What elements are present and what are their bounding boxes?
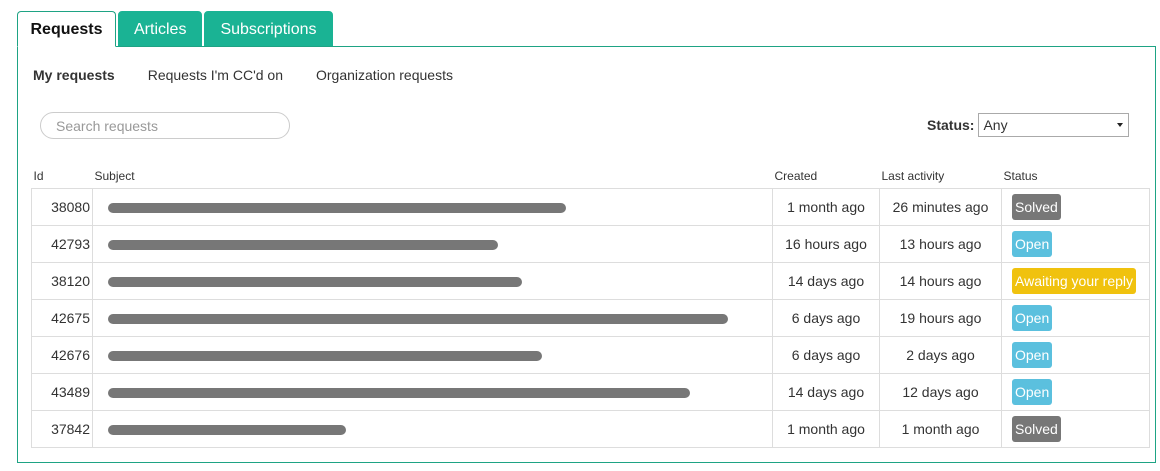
redaction-mark (108, 351, 542, 362)
chevron-down-icon (1117, 123, 1124, 127)
request-subject-link[interactable] (92, 188, 773, 226)
status-select[interactable]: Any (978, 113, 1130, 137)
request-subject-link[interactable] (92, 373, 773, 411)
col-last-activity-header[interactable]: Last activity (880, 164, 1002, 189)
status-badge: Open (1012, 379, 1053, 405)
status-badge: Open (1012, 342, 1053, 368)
table-header: Id Subject Created Last activity Status (32, 164, 1150, 189)
request-id: 38120 (31, 262, 93, 300)
status-badge: Awaiting your reply (1012, 268, 1137, 294)
tab-articles[interactable]: Articles (118, 11, 203, 47)
request-id: 42793 (31, 225, 93, 263)
redaction-mark (108, 425, 346, 436)
created-time: 1 month ago (772, 188, 880, 226)
table-row[interactable]: 42793 16 hours ago 13 hours ago Open (31, 225, 1150, 263)
request-subject-link[interactable] (92, 262, 773, 300)
redaction-mark (108, 240, 498, 251)
created-time: 16 hours ago (772, 225, 880, 263)
request-id: 37842 (31, 410, 93, 448)
tab-bar: Requests Articles Subscriptions (17, 11, 335, 47)
nav-ccd-requests[interactable]: Requests I'm CC'd on (148, 67, 283, 83)
request-subject-link[interactable] (92, 299, 773, 337)
request-id: 43489 (31, 373, 93, 411)
redaction-mark (108, 314, 728, 325)
request-id: 42676 (31, 336, 93, 374)
nav-my-requests[interactable]: My requests (33, 67, 115, 83)
last-activity-time: 26 minutes ago (879, 188, 1002, 226)
status-filter: Status: Any (927, 113, 1130, 137)
status-badge: Open (1012, 231, 1053, 257)
col-created-header[interactable]: Created (773, 164, 880, 189)
created-time: 6 days ago (772, 299, 880, 337)
redaction-mark (108, 203, 566, 214)
nav-organization-requests[interactable]: Organization requests (316, 67, 453, 83)
status-select-value: Any (983, 117, 1008, 133)
created-time: 14 days ago (772, 373, 880, 411)
request-subject-link[interactable] (92, 410, 773, 448)
col-subject-header[interactable]: Subject (93, 164, 773, 189)
search-input[interactable] (40, 112, 290, 139)
col-status-header[interactable]: Status (1002, 164, 1150, 189)
tab-requests[interactable]: Requests (17, 11, 116, 47)
created-time: 1 month ago (772, 410, 880, 448)
table-row[interactable]: 38120 14 days ago 14 hours ago Awaiting … (31, 262, 1150, 300)
requests-panel: My requests Requests I'm CC'd on Organiz… (17, 46, 1156, 463)
requests-table: Id Subject Created Last activity Status … (31, 164, 1150, 448)
created-time: 14 days ago (772, 262, 880, 300)
request-filter-nav: My requests Requests I'm CC'd on Organiz… (33, 67, 486, 83)
status-badge: Solved (1012, 194, 1061, 220)
last-activity-time: 13 hours ago (879, 225, 1002, 263)
last-activity-time: 14 hours ago (879, 262, 1002, 300)
status-badge: Solved (1012, 416, 1061, 442)
table-row[interactable]: 42676 6 days ago 2 days ago Open (31, 336, 1150, 374)
request-id: 42675 (31, 299, 93, 337)
table-row[interactable]: 38080 1 month ago 26 minutes ago Solved (31, 188, 1150, 226)
redaction-mark (108, 277, 522, 288)
last-activity-time: 12 days ago (879, 373, 1002, 411)
request-subject-link[interactable] (92, 225, 773, 263)
tab-subscriptions[interactable]: Subscriptions (204, 11, 333, 47)
table-row[interactable]: 42675 6 days ago 19 hours ago Open (31, 299, 1150, 337)
last-activity-time: 19 hours ago (879, 299, 1002, 337)
request-subject-link[interactable] (92, 336, 773, 374)
col-id-header[interactable]: Id (32, 164, 93, 189)
last-activity-time: 1 month ago (879, 410, 1002, 448)
status-filter-label: Status: (927, 117, 975, 133)
created-time: 6 days ago (772, 336, 880, 374)
status-badge: Open (1012, 305, 1053, 331)
table-row[interactable]: 37842 1 month ago 1 month ago Solved (31, 410, 1150, 448)
last-activity-time: 2 days ago (879, 336, 1002, 374)
redaction-mark (108, 388, 690, 399)
table-row[interactable]: 43489 14 days ago 12 days ago Open (31, 373, 1150, 411)
request-id: 38080 (31, 188, 93, 226)
